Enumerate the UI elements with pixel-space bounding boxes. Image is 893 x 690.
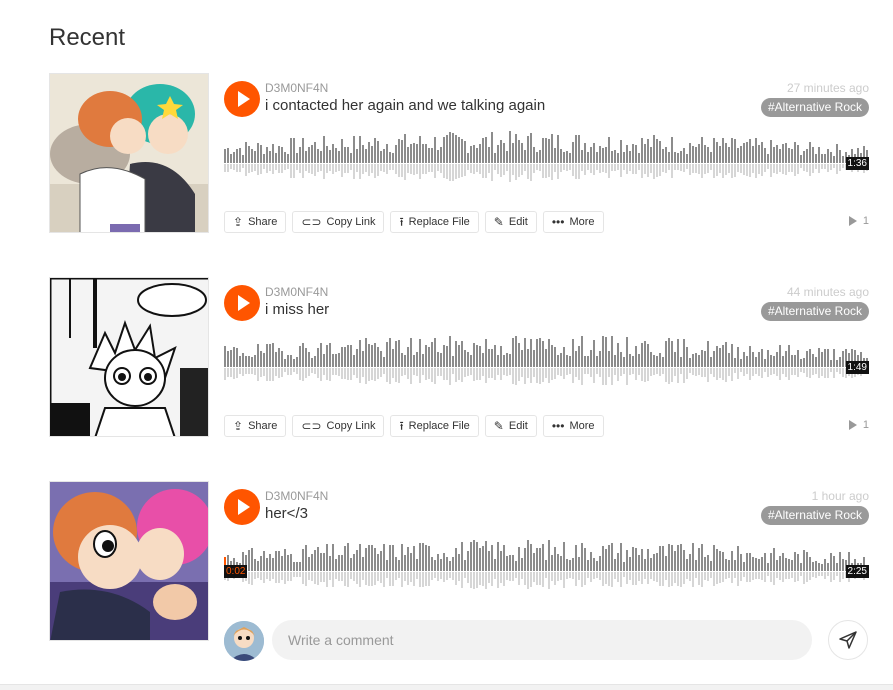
copy-link-label: Copy Link xyxy=(326,216,376,228)
share-label: Share xyxy=(248,420,278,432)
track-username[interactable]: D3M0NF4N xyxy=(265,489,328,503)
share-button[interactable]: ⇪ Share xyxy=(224,211,287,233)
edit-button[interactable]: ✎ Edit xyxy=(484,415,537,437)
share-icon: ⇪ xyxy=(233,215,244,229)
track-artwork[interactable] xyxy=(49,73,209,233)
track-duration: 2:25 xyxy=(845,565,869,578)
share-icon: ⇪ xyxy=(233,419,244,433)
track-title[interactable]: i miss her xyxy=(265,301,329,318)
more-label: More xyxy=(569,216,595,228)
replace-file-button[interactable]: ⭱ Replace File xyxy=(390,415,479,437)
footer-divider xyxy=(0,684,893,690)
more-button[interactable]: ••• More xyxy=(542,415,604,437)
waveform[interactable]: 0:02 2:25 xyxy=(224,535,869,595)
edit-button[interactable]: ✎ Edit xyxy=(484,211,537,233)
replace-file-label: Replace File xyxy=(408,420,470,432)
replace-file-label: Replace File xyxy=(408,216,470,228)
genre-tag[interactable]: #Alternative Rock xyxy=(760,506,869,525)
replace-file-button[interactable]: ⭱ Replace File xyxy=(390,211,479,233)
track-item: D3M0NF4N i contacted her again and we ta… xyxy=(49,73,869,237)
track-duration: 1:49 xyxy=(845,361,869,374)
play-count-value: 1 xyxy=(862,419,869,431)
track-duration: 1:36 xyxy=(845,157,869,170)
edit-label: Edit xyxy=(508,420,528,432)
track-posted-time: 27 minutes ago xyxy=(786,81,869,95)
link-icon: ⊂⊃ xyxy=(301,419,322,433)
track-artwork[interactable] xyxy=(49,277,209,437)
track-username[interactable]: D3M0NF4N xyxy=(265,285,328,299)
genre-tag[interactable]: #Alternative Rock xyxy=(760,302,869,321)
track-username[interactable]: D3M0NF4N xyxy=(265,81,328,95)
play-count-value: 1 xyxy=(862,215,869,227)
play-count: 1 xyxy=(848,215,869,227)
waveform-bars xyxy=(224,131,868,182)
upload-icon: ⭱ xyxy=(399,215,404,229)
share-button[interactable]: ⇪ Share xyxy=(224,415,287,437)
play-button[interactable] xyxy=(224,285,260,321)
more-dots-icon: ••• xyxy=(551,419,565,433)
play-icon xyxy=(237,91,250,107)
track-posted-time: 1 hour ago xyxy=(811,489,869,503)
link-icon: ⊂⊃ xyxy=(301,215,322,229)
send-icon xyxy=(839,631,857,649)
track-artwork[interactable] xyxy=(49,481,209,641)
more-button[interactable]: ••• More xyxy=(542,211,604,233)
send-comment-button[interactable] xyxy=(828,620,868,660)
elapsed-time: 0:02 xyxy=(224,565,248,578)
track-title[interactable]: her</3 xyxy=(265,505,308,522)
share-label: Share xyxy=(248,216,278,228)
track-posted-time: 44 minutes ago xyxy=(786,285,869,299)
plays-icon xyxy=(848,216,857,226)
play-icon xyxy=(237,295,250,311)
user-avatar[interactable] xyxy=(224,621,264,661)
comment-input[interactable] xyxy=(272,620,812,660)
section-heading: Recent xyxy=(49,24,126,51)
track-item: D3M0NF4N i miss her 44 minutes ago #Alte… xyxy=(49,277,869,441)
pencil-icon: ✎ xyxy=(493,215,504,229)
play-button[interactable] xyxy=(224,489,260,525)
waveform-bars xyxy=(224,336,868,385)
copy-link-label: Copy Link xyxy=(326,420,376,432)
genre-tag[interactable]: #Alternative Rock xyxy=(760,98,869,117)
upload-icon: ⭱ xyxy=(399,419,404,433)
track-actions: ⇪ Share ⊂⊃ Copy Link ⭱ Replace File ✎ Edit •… xyxy=(224,211,604,233)
track-actions: ⇪ Share ⊂⊃ Copy Link ⭱ Replace File ✎ Edit •… xyxy=(224,415,604,437)
pencil-icon: ✎ xyxy=(493,419,504,433)
play-icon xyxy=(237,499,250,515)
copy-link-button[interactable]: ⊂⊃ Copy Link xyxy=(292,415,385,437)
more-label: More xyxy=(569,420,595,432)
copy-link-button[interactable]: ⊂⊃ Copy Link xyxy=(292,211,385,233)
comment-row xyxy=(224,620,869,662)
plays-icon xyxy=(848,420,857,430)
track-title[interactable]: i contacted her again and we talking aga… xyxy=(265,97,545,114)
waveform[interactable]: 1:49 xyxy=(224,331,869,391)
play-button[interactable] xyxy=(224,81,260,117)
play-count: 1 xyxy=(848,419,869,431)
edit-label: Edit xyxy=(508,216,528,228)
more-dots-icon: ••• xyxy=(551,215,565,229)
waveform-bars xyxy=(224,540,868,589)
waveform[interactable]: 1:36 xyxy=(224,127,869,187)
